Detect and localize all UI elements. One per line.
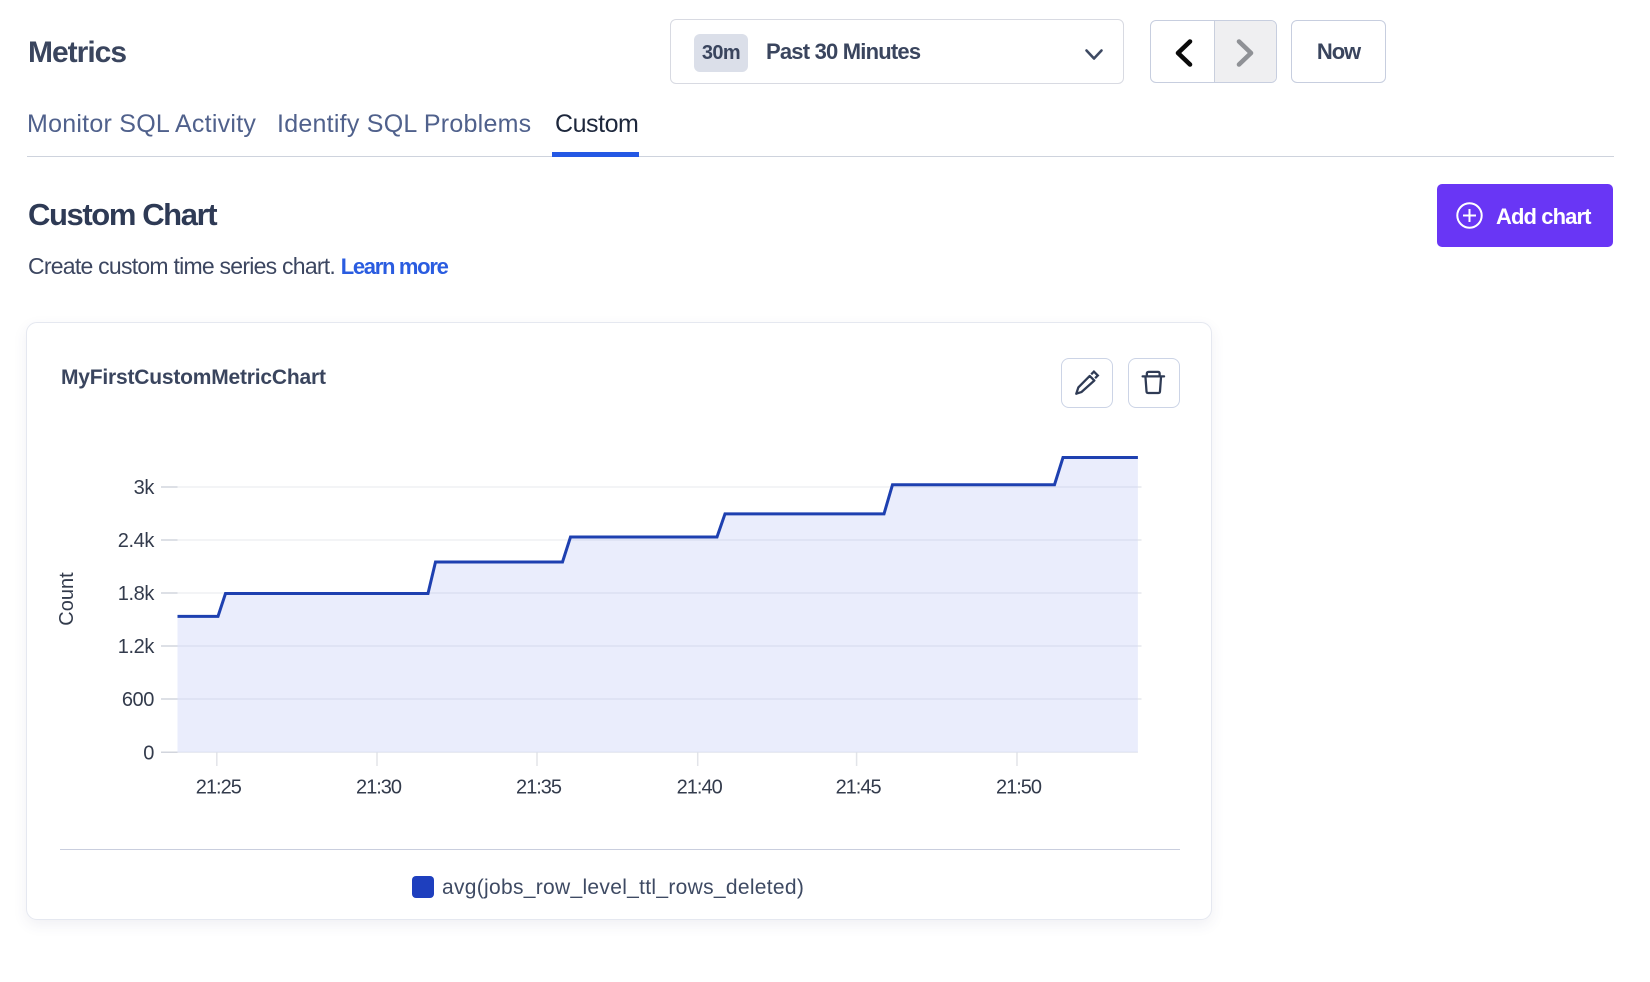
svg-text:21:25: 21:25	[196, 776, 242, 798]
svg-text:1.2k: 1.2k	[118, 636, 156, 658]
svg-text:21:30: 21:30	[356, 776, 402, 798]
svg-text:21:35: 21:35	[516, 776, 562, 798]
svg-text:3k: 3k	[134, 477, 156, 499]
svg-text:21:50: 21:50	[996, 776, 1042, 798]
svg-text:Count: Count	[56, 572, 78, 626]
svg-text:21:40: 21:40	[677, 776, 723, 798]
svg-text:1.8k: 1.8k	[118, 583, 156, 605]
svg-text:21:45: 21:45	[836, 776, 882, 798]
svg-text:600: 600	[122, 689, 154, 711]
svg-text:2.4k: 2.4k	[118, 530, 156, 552]
svg-text:0: 0	[143, 743, 154, 765]
